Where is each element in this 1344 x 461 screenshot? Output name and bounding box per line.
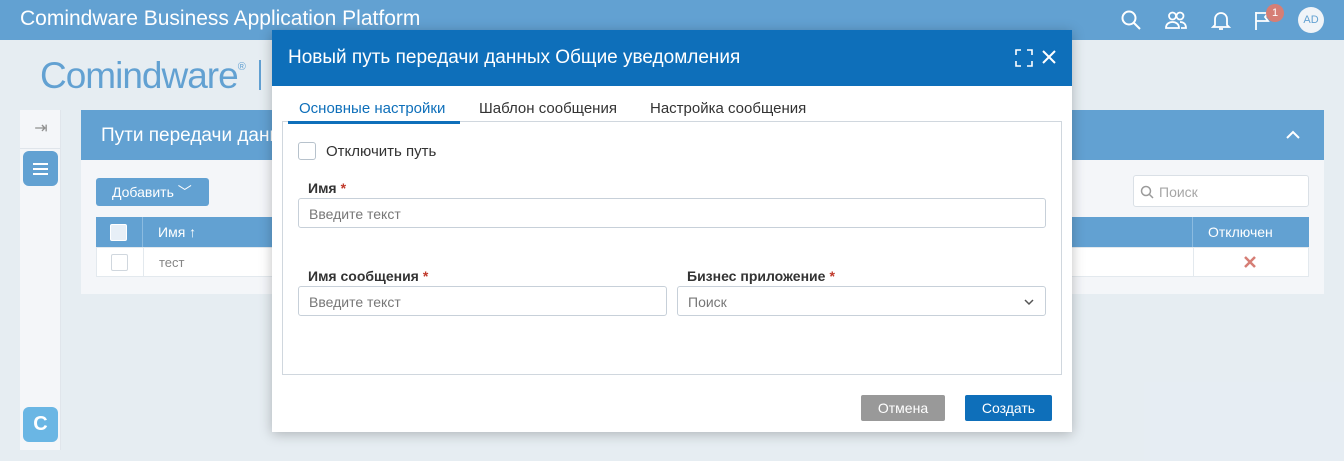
tab-message-settings[interactable]: Настройка сообщения <box>650 100 806 117</box>
tab-message-template[interactable]: Шаблон сообщения <box>479 100 617 117</box>
name-field[interactable]: Введите текст <box>298 198 1046 228</box>
dialog-header: Новый путь передачи данных Общие уведомл… <box>272 30 1072 86</box>
business-app-select[interactable]: Поиск <box>677 286 1046 316</box>
chevron-down-icon <box>1024 299 1034 306</box>
active-tab-indicator <box>288 121 460 124</box>
business-app-label-text: Бизнес приложение <box>687 268 826 284</box>
disable-path-checkbox[interactable] <box>298 142 316 160</box>
message-name-label-text: Имя сообщения <box>308 268 419 284</box>
message-name-field-label: Имя сообщения * <box>308 268 428 284</box>
cancel-button[interactable]: Отмена <box>861 395 945 421</box>
required-mark: * <box>422 268 429 284</box>
business-app-field-label: Бизнес приложение * <box>687 268 835 284</box>
tab-basic-settings[interactable]: Основные настройки <box>299 100 445 117</box>
new-data-path-dialog: Новый путь передачи данных Общие уведомл… <box>272 30 1072 432</box>
name-placeholder: Введите текст <box>309 206 401 222</box>
name-label-text: Имя <box>308 180 337 196</box>
required-mark: * <box>340 180 347 196</box>
close-icon[interactable] <box>1040 48 1058 66</box>
message-name-field[interactable]: Введите текст <box>298 286 667 316</box>
create-button[interactable]: Создать <box>965 395 1052 421</box>
name-field-label: Имя * <box>308 180 346 196</box>
maximize-icon[interactable] <box>1015 49 1033 67</box>
dialog-title: Новый путь передачи данных Общие уведомл… <box>288 47 741 68</box>
business-app-placeholder: Поиск <box>688 294 727 310</box>
disable-path-label: Отключить путь <box>326 143 437 160</box>
message-name-placeholder: Введите текст <box>309 294 401 310</box>
required-mark: * <box>829 268 835 284</box>
